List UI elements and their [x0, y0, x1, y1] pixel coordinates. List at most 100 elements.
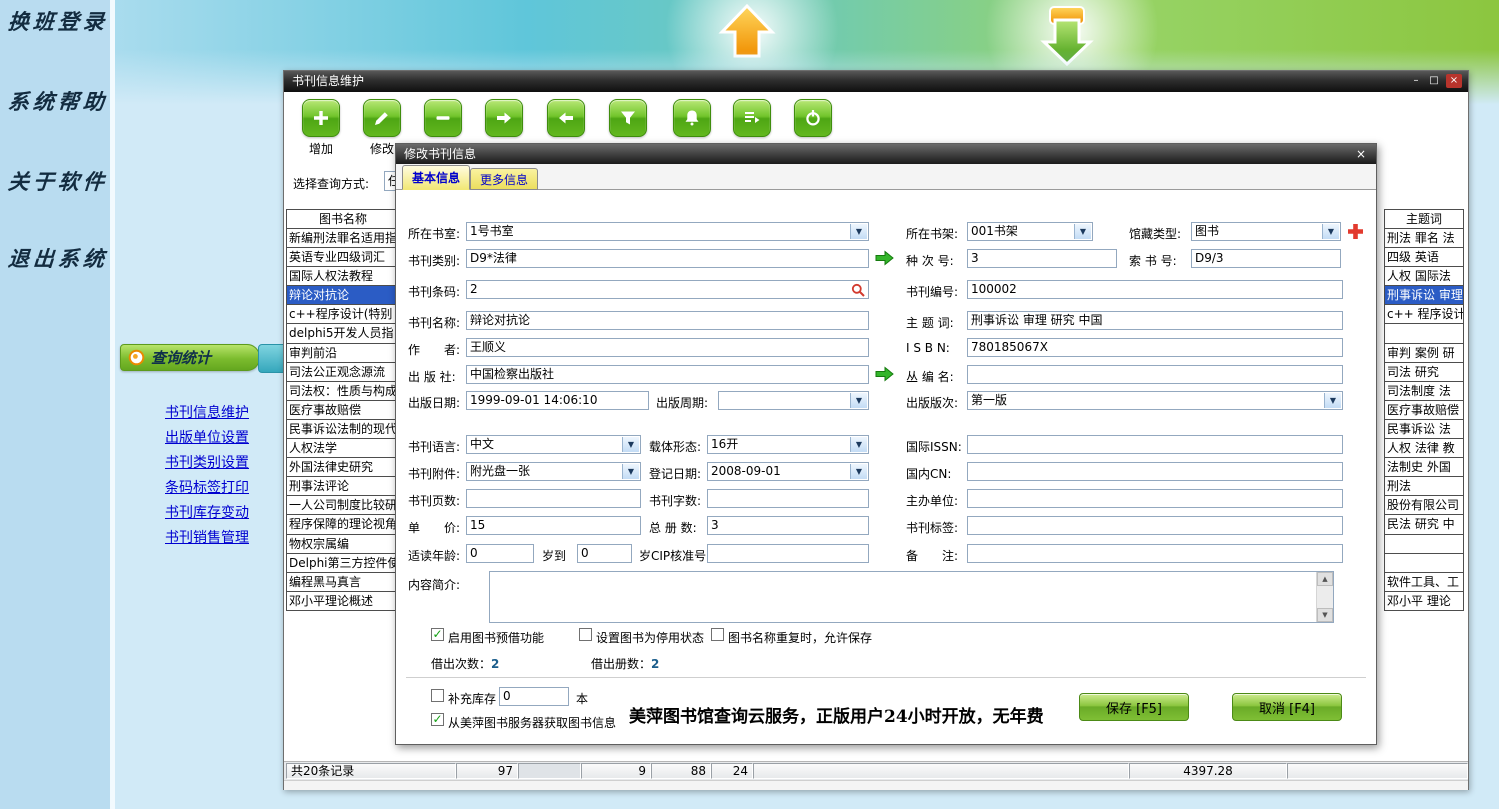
list-item[interactable]: 审判 案例 研 — [1384, 344, 1464, 363]
list-item[interactable]: 民事诉讼 法 — [1384, 420, 1464, 439]
barcode-search-icon[interactable] — [851, 283, 865, 297]
age-to-input[interactable]: 0 — [577, 544, 632, 563]
list-item[interactable]: 医疗事故赔偿 — [1384, 401, 1464, 420]
list-item[interactable]: 物权宗属编 — [286, 535, 400, 554]
list-item[interactable]: 辩论对抗论 — [286, 286, 400, 305]
dropdown-arrow-icon[interactable]: ▼ — [1074, 224, 1091, 239]
sidebar-item[interactable]: 关于软件 — [7, 166, 109, 196]
list-item[interactable]: 编程黑马真言 — [286, 573, 400, 592]
book-no-input[interactable]: 100002 — [967, 280, 1343, 299]
list-item[interactable]: 医疗事故赔偿 — [286, 401, 400, 420]
intro-scrollbar[interactable]: ▲ ▼ — [1316, 572, 1333, 622]
scroll-down-icon[interactable]: ▼ — [1317, 608, 1333, 622]
delete-button[interactable] — [424, 99, 462, 137]
export-button[interactable] — [733, 99, 771, 137]
list-item[interactable]: 刑事诉讼 审理 — [1384, 286, 1464, 305]
sidebar-item[interactable]: 系统帮助 — [7, 86, 109, 116]
list-item[interactable]: 刑法 — [1384, 477, 1464, 496]
book-name-input[interactable]: 辩论对抗论 — [466, 311, 869, 330]
edit-button[interactable] — [363, 99, 401, 137]
query-link[interactable]: 书刊信息维护 — [165, 402, 249, 422]
list-item[interactable]: c++程序设计(特别 — [286, 305, 400, 324]
previous-record-button[interactable] — [547, 99, 585, 137]
category-lookup-arrow-icon[interactable] — [875, 250, 894, 266]
save-button[interactable]: 保存 [F5] — [1079, 693, 1189, 721]
issn-input[interactable] — [967, 435, 1343, 454]
age-from-input[interactable]: 0 — [466, 544, 534, 563]
query-link[interactable]: 条码标签打印 — [165, 477, 249, 497]
dropdown-arrow-icon[interactable]: ▼ — [850, 437, 867, 452]
restock-checkbox[interactable] — [431, 689, 444, 702]
stopuse-checkbox[interactable] — [579, 628, 592, 641]
tab-more-info[interactable]: 更多信息 — [470, 168, 538, 190]
dropdown-arrow-icon[interactable]: ▼ — [1322, 224, 1339, 239]
query-link[interactable]: 出版单位设置 — [165, 427, 249, 447]
attachment-select[interactable]: 附光盘一张▼ — [466, 462, 641, 481]
list-item[interactable]: 邓小平 理论 — [1384, 592, 1464, 611]
list-item[interactable]: 四级 英语 — [1384, 248, 1464, 267]
carrier-select[interactable]: 16开▼ — [707, 435, 869, 454]
barcode-input[interactable]: 2 — [466, 280, 869, 299]
list-item[interactable]: c++ 程序设计 — [1384, 305, 1464, 324]
cip-input[interactable] — [707, 544, 869, 563]
list-item[interactable] — [1384, 324, 1464, 343]
register-date-select[interactable]: 2008-09-01▼ — [707, 462, 869, 481]
dropdown-arrow-icon[interactable]: ▼ — [850, 464, 867, 479]
language-select[interactable]: 中文▼ — [466, 435, 641, 454]
list-item[interactable]: 司法权：性质与构成 — [286, 382, 400, 401]
minimize-button[interactable]: – — [1408, 74, 1424, 88]
list-item[interactable] — [1384, 535, 1464, 554]
list-item[interactable]: 程序保障的理论视角 — [286, 515, 400, 534]
price-input[interactable]: 15 — [466, 516, 641, 535]
total-copies-input[interactable]: 3 — [707, 516, 869, 535]
reminder-button[interactable] — [673, 99, 711, 137]
list-item[interactable]: 人权法学 — [286, 439, 400, 458]
sidebar-item[interactable]: 换班登录 — [7, 6, 109, 36]
word-count-input[interactable] — [707, 489, 869, 508]
list-item[interactable]: 司法制度 法 — [1384, 382, 1464, 401]
list-item[interactable]: 英语专业四级词汇 — [286, 248, 400, 267]
list-item[interactable]: 民法 研究 中 — [1384, 515, 1464, 534]
intro-textarea[interactable]: ▲ ▼ — [489, 571, 1334, 623]
query-stats-ribbon[interactable]: 查询统计 — [120, 344, 260, 371]
next-record-button[interactable] — [485, 99, 523, 137]
add-shelf-icon[interactable] — [1348, 224, 1363, 239]
list-item[interactable]: 一人公司制度比较研 — [286, 496, 400, 515]
publisher-lookup-arrow-icon[interactable] — [875, 366, 894, 382]
dropdown-arrow-icon[interactable]: ▼ — [850, 224, 867, 239]
dupsave-checkbox[interactable] — [711, 628, 724, 641]
list-item[interactable]: 法制史 外国 — [1384, 458, 1464, 477]
list-item[interactable]: 刑法 罪名 法 — [1384, 229, 1464, 248]
list-item[interactable]: 股份有限公司 — [1384, 496, 1464, 515]
dialog-close-button[interactable]: × — [1354, 147, 1368, 161]
cancel-button[interactable]: 取消 [F4] — [1232, 693, 1342, 721]
close-button[interactable]: × — [1446, 74, 1462, 88]
pub-date-input[interactable]: 1999-09-01 14:06:10 — [466, 391, 649, 410]
series-input[interactable] — [967, 365, 1343, 384]
list-item[interactable]: 国际人权法教程 — [286, 267, 400, 286]
list-item[interactable]: 审判前沿 — [286, 344, 400, 363]
tag-input[interactable] — [967, 516, 1343, 535]
dropdown-arrow-icon[interactable]: ▼ — [622, 437, 639, 452]
edition-select[interactable]: 第一版▼ — [967, 391, 1343, 410]
list-item[interactable]: 人权 法律 教 — [1384, 439, 1464, 458]
sequence-no-input[interactable]: 3 — [967, 249, 1117, 268]
publisher-input[interactable]: 中国检察出版社 — [466, 365, 869, 384]
filter-button[interactable] — [609, 99, 647, 137]
scroll-up-icon[interactable]: ▲ — [1317, 572, 1333, 586]
query-link[interactable]: 书刊销售管理 — [165, 527, 249, 547]
cn-input[interactable] — [967, 462, 1343, 481]
host-unit-input[interactable] — [967, 489, 1343, 508]
list-item[interactable]: 外国法律史研究 — [286, 458, 400, 477]
isbn-input[interactable]: 780185067X — [967, 338, 1343, 357]
cloud-checkbox[interactable]: ✓ — [431, 713, 444, 726]
category-input[interactable]: D9*法律 — [466, 249, 869, 268]
list-item[interactable]: 司法公正观念源流 — [286, 363, 400, 382]
dropdown-arrow-icon[interactable]: ▼ — [1324, 393, 1341, 408]
list-item[interactable]: 邓小平理论概述 — [286, 592, 400, 611]
restock-input[interactable]: 0 — [499, 687, 569, 706]
call-no-input[interactable]: D9/3 — [1191, 249, 1341, 268]
tab-basic-info[interactable]: 基本信息 — [402, 165, 470, 190]
pages-input[interactable] — [466, 489, 641, 508]
author-input[interactable]: 王顺义 — [466, 338, 869, 357]
